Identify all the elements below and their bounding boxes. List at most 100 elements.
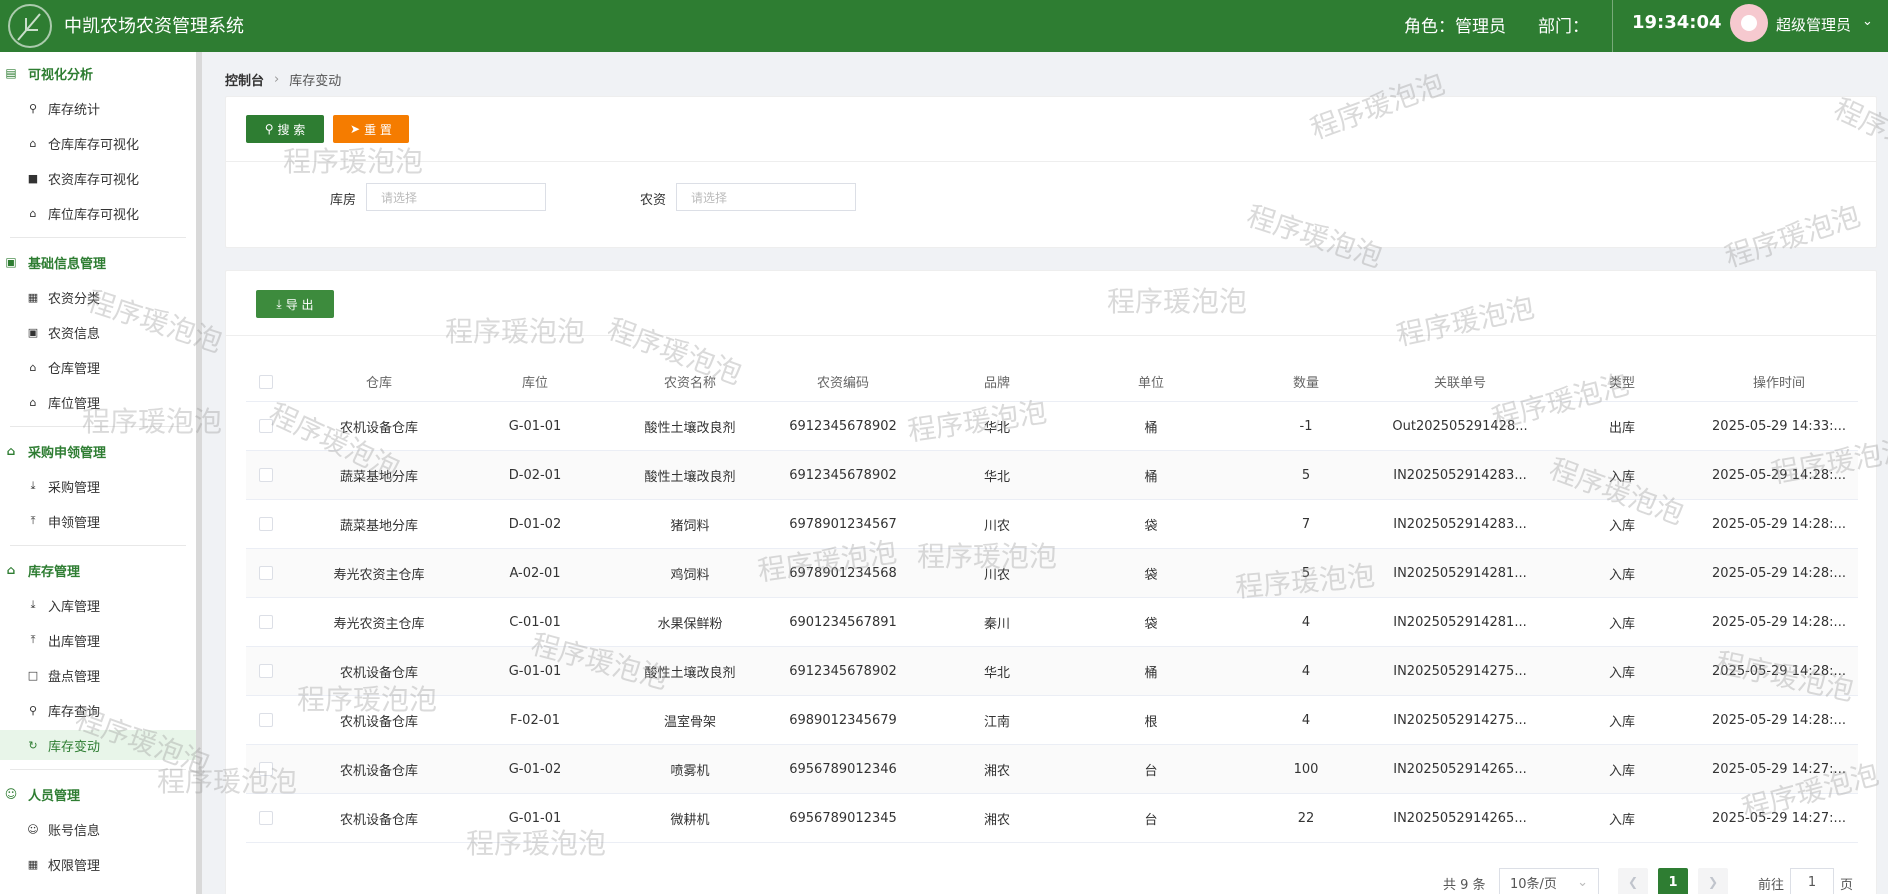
table-row[interactable]: 寿光农资主仓库 C-01-01 水果保鲜粉 6901234567891 秦川 袋 4 IN20… [246, 598, 1858, 647]
page-size-select[interactable]: 10条/页 ⌄ [1499, 868, 1599, 894]
breadcrumb-current: 库存变动 [289, 74, 342, 89]
sidebar-item-1-2[interactable]: ⌂ 仓库管理 [0, 352, 196, 382]
app-title: 中凯农场农资管理系统 [64, 16, 244, 37]
sidebar-item-2-1[interactable]: ⤒ 申领管理 [0, 506, 196, 536]
table-cell: 台 [1144, 763, 1158, 779]
sidebar-item-3-4[interactable]: ↻ 库存变动 [0, 730, 196, 760]
sidebar-group-0[interactable]: ▤ 可视化分析 [0, 58, 196, 88]
chevron-down-icon[interactable]: ⌄ [1862, 14, 1873, 29]
table-row[interactable]: 农机设备仓库 G-01-02 喷雾机 6956789012346 湘农 台 100 IN202… [246, 745, 1858, 794]
table-cell: 6978901234568 [789, 565, 897, 581]
sidebar-item-label: 仓库管理 [48, 361, 101, 377]
sidebar-item-3-0[interactable]: ⤓ 入库管理 [0, 590, 196, 620]
table-row[interactable]: 农机设备仓库 G-01-01 酸性土壤改良剂 6912345678902 华北 桶 -1 Ou… [246, 402, 1858, 451]
breadcrumb-root[interactable]: 控制台 [225, 70, 264, 89]
sidebar-item-1-1[interactable]: ▣ 农资信息 [0, 317, 196, 347]
breadcrumb-separator-icon: › [274, 72, 280, 87]
grid-icon: ▦ [27, 857, 39, 871]
sidebar-divider [10, 545, 186, 546]
table-cell: 2025-05-29 14:27:... [1712, 810, 1846, 826]
table-cell: 2025-05-29 14:28:... [1712, 565, 1846, 581]
search-button[interactable]: ⚲ 搜 索 [246, 115, 324, 143]
checkbox-box-icon [259, 517, 273, 531]
sidebar-item-3-1[interactable]: ⤒ 出库管理 [0, 625, 196, 655]
table-cell: 微耕机 [670, 812, 710, 828]
table-cell: 秦川 [983, 616, 1010, 632]
row-checkbox[interactable] [256, 549, 276, 597]
sidebar-item-1-3[interactable]: ⌂ 库位管理 [0, 387, 196, 417]
table-cell: 农机设备仓库 [339, 714, 418, 730]
sidebar-group-2[interactable]: ⌂ 采购申领管理 [0, 436, 196, 466]
page-size-value: 10条/页 [1510, 876, 1557, 892]
table-cell: 川农 [983, 518, 1010, 534]
table-row[interactable]: 蔬菜基地分库 D-02-01 酸性土壤改良剂 6912345678902 华北 桶 5 IN2… [246, 451, 1858, 500]
table-cell: 入库 [1608, 812, 1635, 828]
sidebar-divider [10, 237, 186, 238]
row-checkbox[interactable] [256, 402, 276, 450]
table-cell: 2025-05-29 14:28:... [1712, 663, 1846, 679]
table-row[interactable]: 农机设备仓库 G-01-01 酸性土壤改良剂 6912345678902 华北 桶 4 IN2… [246, 647, 1858, 696]
avatar[interactable] [1730, 4, 1768, 42]
table-row[interactable]: 农机设备仓库 F-02-01 温室骨架 6989012345679 江南 根 4 IN2025… [246, 696, 1858, 745]
table-cell: G-01-01 [508, 663, 562, 679]
table-cell: 湘农 [983, 763, 1010, 779]
export-button[interactable]: ⤓ 导 出 [256, 290, 334, 318]
sidebar-item-label: 库存查询 [48, 704, 101, 720]
sidebar-item-4-0[interactable]: ☺ 账号信息 [0, 814, 196, 844]
next-page-button[interactable]: ❯ [1698, 868, 1728, 894]
table-cell: IN2025052914281... [1393, 614, 1527, 630]
table-cell: 库位 [521, 376, 548, 391]
row-checkbox[interactable] [256, 696, 276, 744]
table-row[interactable]: 农机设备仓库 G-01-01 微耕机 6956789012345 湘农 台 22 IN2025… [246, 794, 1858, 843]
table-cell: 农机设备仓库 [339, 420, 418, 436]
sidebar-item-label: 权限管理 [48, 858, 101, 874]
material-select[interactable]: 请选择 [676, 183, 856, 211]
sidebar-group-4[interactable]: ☺ 人员管理 [0, 779, 196, 809]
download-icon: ⤓ [30, 479, 36, 492]
prev-page-button[interactable]: ❮ [1618, 868, 1648, 894]
warehouse-select[interactable]: 请选择 [366, 183, 546, 211]
chevron-down-icon: ⌄ [1577, 874, 1588, 890]
table-cell: 6978901234567 [789, 516, 897, 532]
user-menu-name[interactable]: 超级管理员 [1776, 14, 1851, 35]
table-cell: 根 [1144, 714, 1158, 730]
row-checkbox[interactable] [256, 362, 276, 401]
user-icon: ☺ [4, 787, 18, 801]
table-cell: 入库 [1608, 518, 1635, 534]
sidebar-item-4-1[interactable]: ▦ 权限管理 [0, 849, 196, 879]
clock-time: 19:34:04 [1632, 12, 1722, 33]
sidebar-item-2-0[interactable]: ⤓ 采购管理 [0, 471, 196, 501]
row-checkbox[interactable] [256, 745, 276, 793]
export-button-label: 导 出 [285, 297, 314, 312]
table-cell: 6956789012345 [789, 810, 897, 826]
row-checkbox[interactable] [256, 794, 276, 842]
table-cell: 数量 [1292, 376, 1319, 391]
table-cell: 品牌 [983, 376, 1010, 391]
table-cell: 川农 [983, 567, 1010, 583]
table-cell: 农资编码 [816, 376, 869, 391]
table-cell: 2025-05-29 14:28:... [1712, 614, 1846, 630]
sidebar-item-1-0[interactable]: ▦ 农资分类 [0, 282, 196, 312]
table-row[interactable]: 蔬菜基地分库 D-01-02 猪饲料 6978901234567 川农 袋 7 IN20250… [246, 500, 1858, 549]
home-icon: ⌂ [6, 563, 16, 577]
row-checkbox[interactable] [256, 647, 276, 695]
sidebar-item-0-0[interactable]: ⚲ 库存统计 [0, 93, 196, 123]
reset-button[interactable]: ➤ 重 置 [333, 115, 409, 143]
sidebar-item-3-2[interactable]: □ 盘点管理 [0, 660, 196, 690]
table-row[interactable]: 寿光农资主仓库 A-02-01 鸡饲料 6978901234568 川农 袋 5 IN2025… [246, 549, 1858, 598]
sidebar-group-1[interactable]: ▣ 基础信息管理 [0, 247, 196, 277]
sidebar-item-3-3[interactable]: ⚲ 库存查询 [0, 695, 196, 725]
sidebar-item-0-2[interactable]: ■ 农资库存可视化 [0, 163, 196, 193]
row-checkbox[interactable] [256, 451, 276, 499]
sidebar-group-3[interactable]: ⌂ 库存管理 [0, 555, 196, 585]
page-number-1[interactable]: 1 [1658, 868, 1688, 894]
sidebar-divider [10, 769, 186, 770]
goto-page-input[interactable]: 1 [1790, 868, 1834, 894]
search-card: ⚲ 搜 索 ➤ 重 置 库房 请选择 农资 请选择 [225, 96, 1877, 248]
avatar-face-icon [1741, 15, 1757, 31]
sidebar-item-0-1[interactable]: ⌂ 仓库库存可视化 [0, 128, 196, 158]
row-checkbox[interactable] [256, 598, 276, 646]
sidebar-item-0-3[interactable]: ⌂ 库位库存可视化 [0, 198, 196, 228]
table-cell: 寿光农资主仓库 [333, 616, 425, 632]
row-checkbox[interactable] [256, 500, 276, 548]
